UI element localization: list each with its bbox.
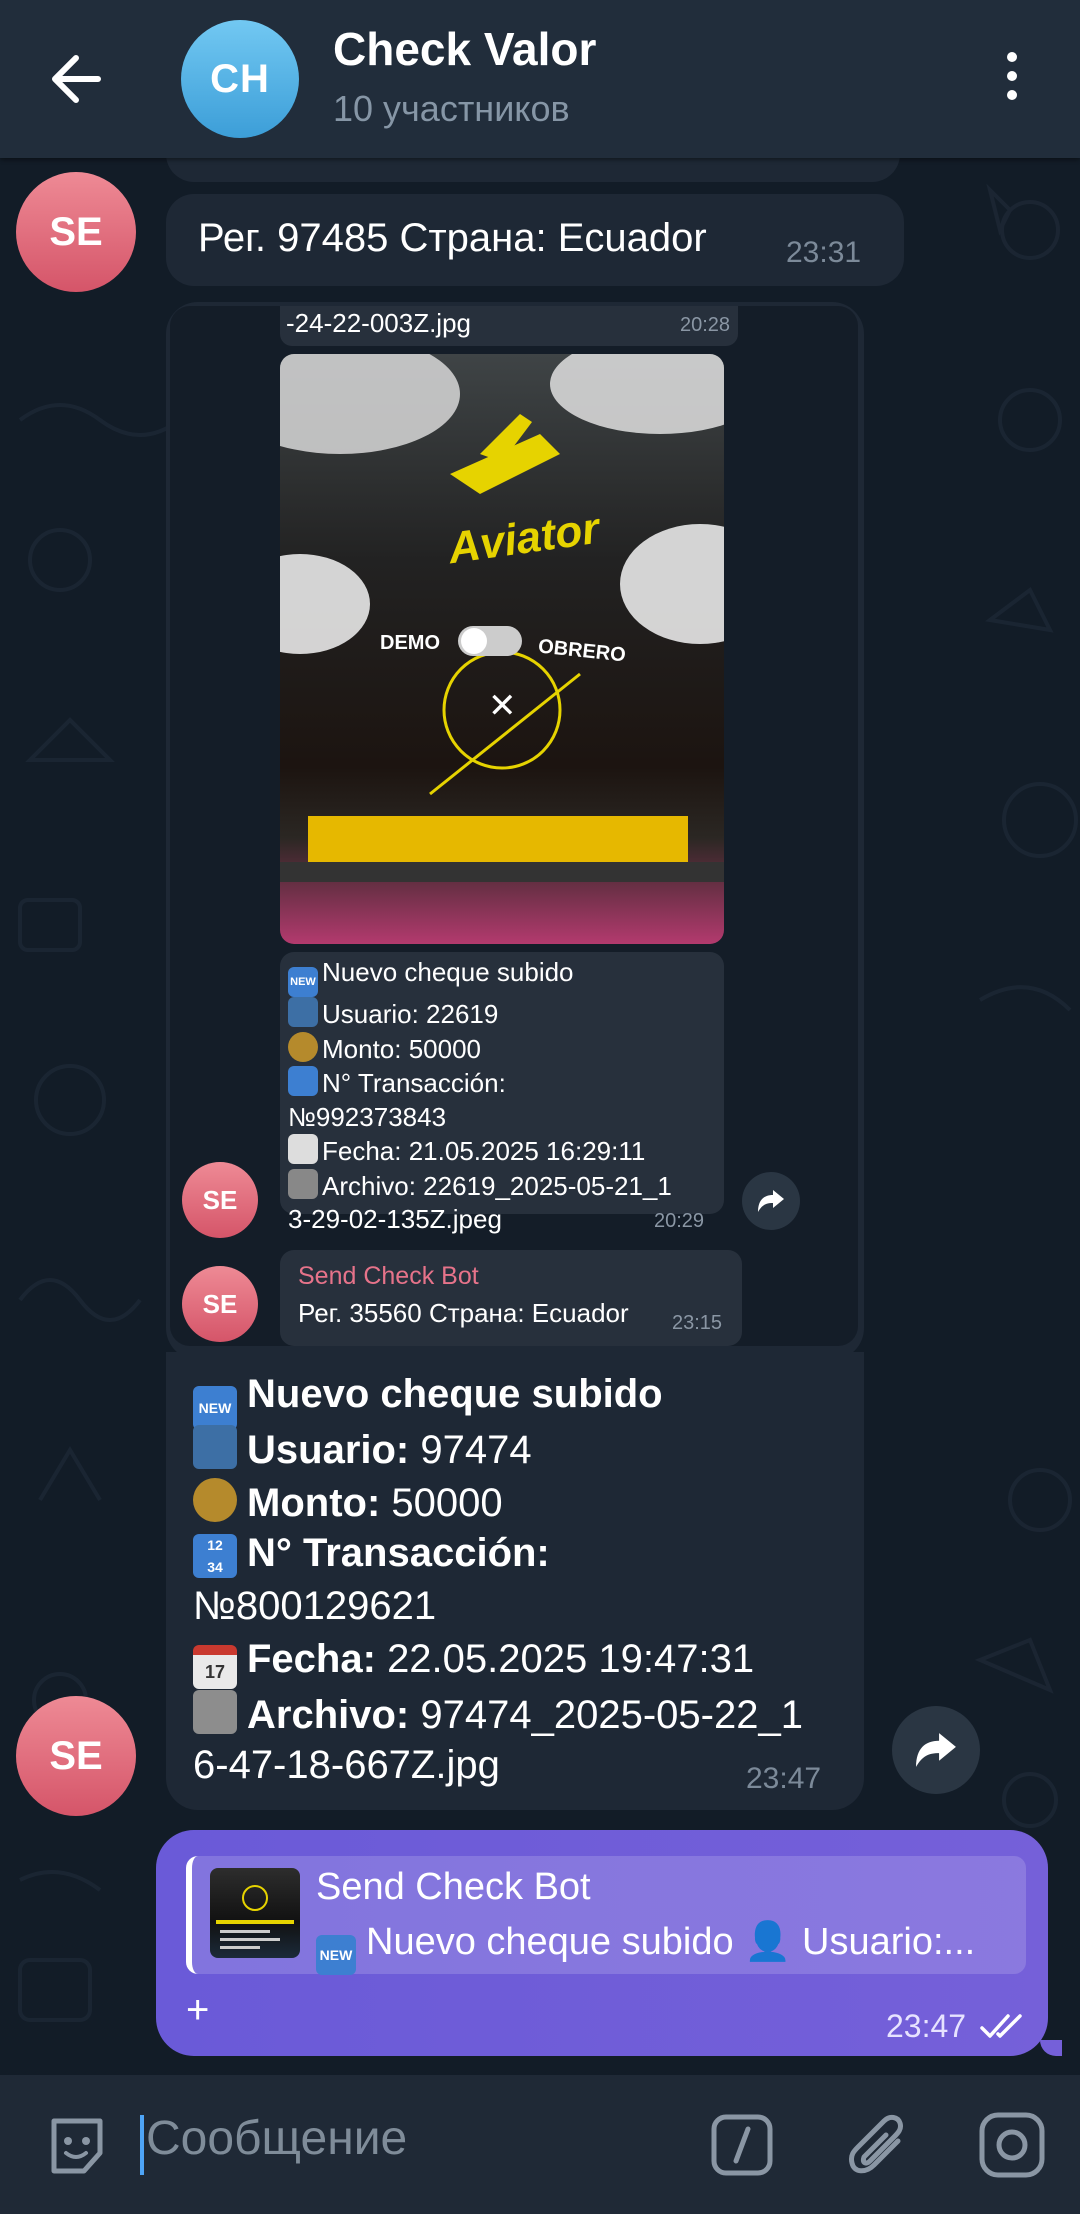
message-line-title: NEW Nuevo cheque subido bbox=[193, 1372, 663, 1430]
message-line-monto: Monto: 50000 bbox=[193, 1478, 503, 1526]
screenshot-line: N° Transacción: bbox=[288, 1066, 672, 1101]
chat-avatar-initials: CH bbox=[210, 56, 270, 101]
screenshot-line: 3-29-02-135Z.jpeg bbox=[288, 1204, 502, 1234]
chat-header: CH Check Valor 10 участников bbox=[0, 0, 1080, 158]
archivo-value-cont: 6-47-18-667Z.jpg bbox=[193, 1743, 500, 1787]
folder-icon bbox=[193, 1690, 237, 1734]
forwarded-screenshot-image[interactable]: -24-22-003Z.jpg 20:28 Aviator DEMO OBRER… bbox=[170, 306, 858, 1346]
photo-message-bubble[interactable]: -24-22-003Z.jpg 20:28 Aviator DEMO OBRER… bbox=[166, 302, 864, 1360]
usuario-label: Usuario: bbox=[247, 1428, 410, 1472]
reply-new-badge-icon: NEW bbox=[316, 1935, 356, 1975]
plus-icon[interactable]: + bbox=[186, 1988, 209, 2033]
message-line-archivo: Archivo: 97474_2025-05-22_1 bbox=[193, 1690, 803, 1738]
avatar[interactable]: SE bbox=[16, 172, 136, 292]
fecha-label: Fecha: bbox=[247, 1637, 376, 1681]
avatar[interactable]: SE bbox=[16, 1696, 136, 1816]
money-bag-icon bbox=[193, 1478, 237, 1522]
emoji-sticker-icon[interactable] bbox=[44, 2113, 110, 2184]
screenshot-line: Archivo: 22619_2025-05-21_1 bbox=[288, 1168, 672, 1204]
screenshot-bot-text: Рег. 35560 Страна: Ecuador bbox=[298, 1298, 629, 1328]
screenshot-line: NEW Nuevo cheque subido bbox=[288, 956, 672, 997]
reply-text: Nuevo cheque subido 👤 Usuario:... bbox=[366, 1921, 976, 1963]
screenshot-bot-time: 23:15 bbox=[672, 1312, 723, 1334]
chat-avatar[interactable]: CH bbox=[181, 20, 299, 138]
screenshot-line: Usuario: 22619 bbox=[288, 997, 672, 1032]
message-time: 23:31 bbox=[786, 236, 862, 269]
new-badge-icon: NEW bbox=[193, 1386, 237, 1430]
screenshot-top-bubble: -24-22-003Z.jpg 20:28 bbox=[280, 306, 738, 346]
message-line-archivo-cont: 6-47-18-667Z.jpg bbox=[193, 1743, 500, 1788]
transaccion-value: №800129621 bbox=[193, 1584, 437, 1628]
back-arrow-icon[interactable] bbox=[48, 50, 110, 108]
archivo-label: Archivo: bbox=[247, 1693, 410, 1737]
screenshot-line: Fecha: 21.05.2025 16:29:11 bbox=[288, 1134, 672, 1169]
avatar-initials: SE bbox=[49, 209, 103, 254]
screenshot-avatar: SE bbox=[182, 1162, 258, 1238]
attach-paperclip-icon[interactable] bbox=[846, 2111, 910, 2184]
reply-text-row: NEW Nuevo cheque subido 👤 Usuario:... bbox=[316, 1920, 975, 1975]
forward-button-icon[interactable] bbox=[892, 1706, 980, 1794]
aviator-game-image: Aviator DEMO OBRERO ✕ bbox=[280, 354, 724, 944]
message-title: Nuevo cheque subido bbox=[247, 1372, 663, 1416]
transaccion-label: N° Transacción: bbox=[247, 1531, 550, 1575]
screenshot-bot-avatar: SE bbox=[182, 1266, 258, 1342]
calendar-icon: 17 bbox=[193, 1645, 237, 1689]
screenshot-line: Monto: 50000 bbox=[288, 1031, 672, 1067]
demo-label: DEMO bbox=[380, 632, 440, 654]
bot-commands-icon[interactable] bbox=[710, 2113, 774, 2182]
reply-preview[interactable]: Send Check Bot NEW Nuevo cheque subido 👤 … bbox=[186, 1856, 1026, 1975]
participants-count: 10 участников bbox=[333, 88, 570, 129]
archivo-value: 97474_2025-05-22_1 bbox=[420, 1693, 803, 1737]
monto-label: Monto: bbox=[247, 1481, 381, 1525]
message-line-fecha: 17 Fecha: 22.05.2025 19:47:31 bbox=[193, 1637, 754, 1689]
screenshot-line: №992373843 bbox=[288, 1101, 447, 1132]
message-bubble[interactable]: Рег. 97485 Страна: Ecuador 23:31 bbox=[166, 194, 904, 286]
message-input[interactable]: Сообщение bbox=[146, 2111, 407, 2166]
camera-video-icon[interactable] bbox=[978, 2111, 1046, 2184]
numbers-icon: 12 34 bbox=[193, 1534, 237, 1578]
message-line-transaccion: 12 34 N° Transacción: bbox=[193, 1531, 550, 1578]
screenshot-top-filename: -24-22-003Z.jpg bbox=[286, 308, 471, 338]
chat-title[interactable]: Check Valor bbox=[333, 22, 596, 76]
text-cursor bbox=[140, 2115, 144, 2175]
monto-value: 50000 bbox=[391, 1481, 503, 1525]
message-line-usuario: Usuario: 97474 bbox=[193, 1425, 532, 1473]
screenshot-text-lines: NEW Nuevo cheque subido Usuario: 22619 Mo… bbox=[288, 956, 672, 1237]
close-x-icon: ✕ bbox=[488, 687, 517, 725]
message-text: Рег. 97485 Страна: Ecuador bbox=[198, 216, 707, 260]
usuario-value: 97474 bbox=[420, 1428, 532, 1472]
screenshot-bot-bubble: Send Check Bot Рег. 35560 Страна: Ecuado… bbox=[280, 1250, 742, 1346]
more-menu-icon[interactable] bbox=[1000, 52, 1024, 108]
screenshot-bot-name: Send Check Bot bbox=[298, 1262, 479, 1290]
avatar-initials: SE bbox=[49, 1733, 103, 1778]
screenshot-top-time: 20:28 bbox=[680, 314, 731, 336]
fecha-value: 22.05.2025 19:47:31 bbox=[387, 1637, 755, 1681]
reply-sender: Send Check Bot bbox=[316, 1866, 591, 1908]
user-silhouette-icon bbox=[193, 1425, 237, 1469]
screenshot-forward-icon bbox=[742, 1172, 800, 1230]
message-time: 23:47 bbox=[746, 1762, 822, 1795]
outgoing-time: 23:47 bbox=[886, 2008, 967, 2044]
message-input-bar: Сообщение bbox=[0, 2075, 1080, 2214]
screenshot-inner-time: 20:29 bbox=[654, 1210, 705, 1232]
reply-thumbnail bbox=[210, 1868, 300, 1958]
read-checkmarks-icon bbox=[980, 2012, 1030, 2047]
message-line-transaccion-value: №800129621 bbox=[193, 1584, 436, 1629]
